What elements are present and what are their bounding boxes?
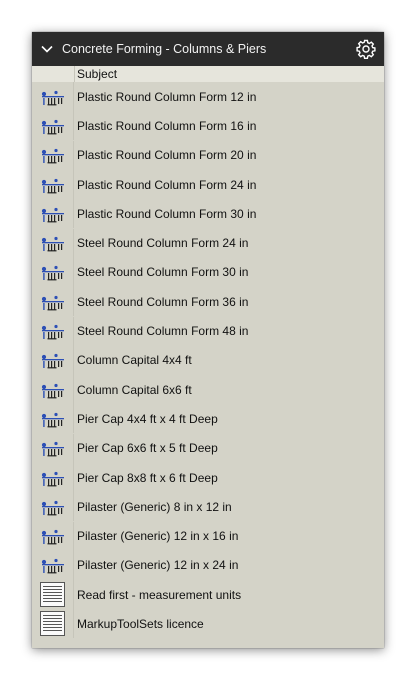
list-item-label: Pilaster (Generic) 12 in x 16 in [77, 529, 239, 544]
list-item-label: Steel Round Column Form 30 in [77, 265, 249, 280]
list-item-label: Pier Cap 8x8 ft x 6 ft Deep [77, 470, 218, 485]
icon-column-header [32, 66, 75, 82]
list-item-label: Plastic Round Column Form 24 in [77, 177, 257, 192]
column-form-icon [32, 82, 74, 112]
list-item-label: Steel Round Column Form 24 in [77, 236, 249, 251]
list-item-label: Steel Round Column Form 48 in [77, 324, 249, 339]
column-header: Subject [32, 66, 384, 82]
document-icon [32, 609, 74, 639]
document-icon [32, 580, 74, 610]
list-item[interactable]: Pier Cap 4x4 ft x 4 ft Deep [32, 404, 384, 434]
column-form-icon [32, 433, 74, 463]
column-form-icon [32, 550, 74, 580]
column-form-icon [32, 463, 74, 492]
list-item-label: Pier Cap 6x6 ft x 5 ft Deep [77, 441, 218, 456]
list-item[interactable]: Plastic Round Column Form 30 in [32, 199, 384, 229]
list-item-label: Plastic Round Column Form 30 in [77, 206, 257, 221]
list-item-label: Pilaster (Generic) 8 in x 12 in [77, 499, 232, 514]
column-form-icon [32, 345, 74, 375]
column-form-icon [32, 404, 74, 434]
column-form-icon [32, 316, 74, 346]
list-item[interactable]: Steel Round Column Form 30 in [32, 257, 384, 287]
list-item[interactable]: Plastic Round Column Form 12 in [32, 82, 384, 112]
list-item-label: Steel Round Column Form 36 in [77, 294, 249, 309]
list-item-label: Pilaster (Generic) 12 in x 24 in [77, 558, 239, 573]
list-item-label: Plastic Round Column Form 16 in [77, 118, 257, 133]
list-item[interactable]: Steel Round Column Form 48 in [32, 316, 384, 346]
subject-column-label[interactable]: Subject [77, 67, 117, 81]
chevron-down-icon[interactable] [32, 45, 62, 53]
list-item[interactable]: Pier Cap 6x6 ft x 5 ft Deep [32, 433, 384, 463]
column-form-icon [32, 111, 74, 141]
list-item-label: Read first - measurement units [77, 587, 242, 602]
list-item-label: Column Capital 4x4 ft [77, 353, 192, 368]
list-item[interactable]: Column Capital 6x6 ft [32, 375, 384, 405]
list-item[interactable]: Steel Round Column Form 36 in [32, 287, 384, 317]
column-form-icon [32, 170, 74, 200]
panel-title: Concrete Forming - Columns & Piers [62, 42, 267, 56]
list-item[interactable]: MarkupToolSets licence [32, 609, 384, 639]
list-item[interactable]: Pilaster (Generic) 12 in x 24 in [32, 550, 384, 580]
list-item-label: MarkupToolSets licence [77, 616, 204, 631]
list-item[interactable]: Read first - measurement units [32, 580, 384, 610]
gear-icon[interactable] [348, 39, 384, 59]
column-form-icon [32, 228, 74, 258]
column-form-icon [32, 287, 74, 317]
panel-header[interactable]: Concrete Forming - Columns & Piers [32, 32, 384, 66]
list-item[interactable]: Steel Round Column Form 24 in [32, 228, 384, 258]
list-item[interactable]: Pilaster (Generic) 12 in x 16 in [32, 521, 384, 551]
column-form-icon [32, 375, 74, 405]
list-item-label: Plastic Round Column Form 20 in [77, 148, 257, 163]
column-form-icon [32, 140, 74, 170]
list-item[interactable]: Plastic Round Column Form 24 in [32, 170, 384, 200]
list-item[interactable]: Column Capital 4x4 ft [32, 345, 384, 375]
list-item[interactable]: Plastic Round Column Form 20 in [32, 140, 384, 170]
list-item[interactable]: Plastic Round Column Form 16 in [32, 111, 384, 141]
column-form-icon [32, 199, 74, 229]
tool-list: Plastic Round Column Form 12 in Plastic R… [32, 82, 384, 639]
column-form-icon [32, 492, 74, 522]
list-item-label: Pier Cap 4x4 ft x 4 ft Deep [77, 411, 218, 426]
column-form-icon [32, 257, 74, 287]
list-item-label: Plastic Round Column Form 12 in [77, 89, 257, 104]
column-form-icon [32, 521, 74, 551]
list-item-label: Column Capital 6x6 ft [77, 382, 192, 397]
list-item[interactable]: Pilaster (Generic) 8 in x 12 in [32, 492, 384, 522]
list-item[interactable]: Pier Cap 8x8 ft x 6 ft Deep [32, 463, 384, 492]
tool-set-panel: Concrete Forming - Columns & Piers Subje… [32, 32, 384, 648]
